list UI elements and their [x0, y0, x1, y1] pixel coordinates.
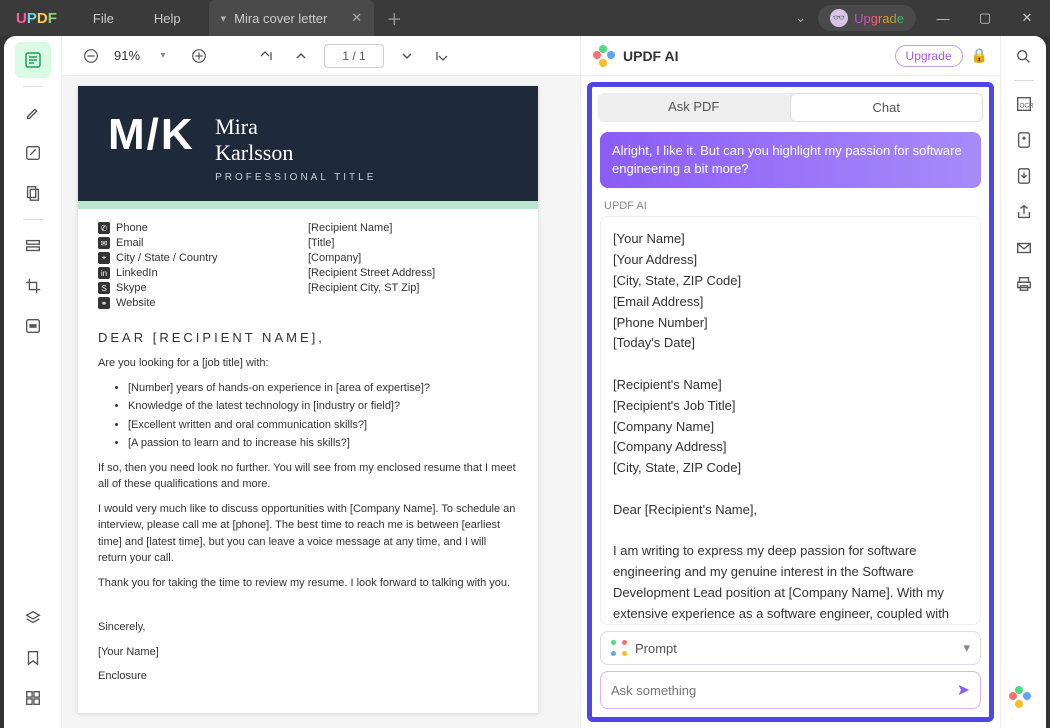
- zoom-value: 91%: [114, 48, 140, 63]
- ai-launch-icon[interactable]: [1009, 686, 1039, 716]
- tool-redact-icon[interactable]: [15, 308, 51, 344]
- share-icon[interactable]: [1009, 197, 1039, 227]
- tool-form-icon[interactable]: [15, 228, 51, 264]
- zoom-dropdown-icon[interactable]: ▾: [150, 43, 176, 69]
- tool-edit-icon[interactable]: [15, 135, 51, 171]
- window-maximize-button[interactable]: ▢: [970, 3, 1000, 33]
- send-button[interactable]: ➤: [957, 680, 970, 700]
- tool-layers-icon[interactable]: [15, 600, 51, 636]
- phone-icon: ✆: [98, 222, 110, 234]
- tab-title: Mira cover letter: [234, 11, 327, 26]
- doc-monogram: M/K: [108, 110, 195, 160]
- ai-response: [Your Name][Your Address][City, State, Z…: [600, 216, 981, 625]
- search-icon[interactable]: [1009, 42, 1039, 72]
- ai-tab-ask-pdf[interactable]: Ask PDF: [598, 93, 790, 122]
- upgrade-button[interactable]: 👓 Upgrade: [818, 5, 916, 31]
- ai-prompt-bar[interactable]: Prompt ▾: [600, 631, 981, 665]
- compress-icon[interactable]: [1009, 125, 1039, 155]
- ai-logo-icon: [593, 45, 615, 67]
- mail-icon[interactable]: [1009, 233, 1039, 263]
- tool-thumbnails-icon[interactable]: [15, 680, 51, 716]
- upgrade-emoji-icon: 👓: [830, 9, 848, 27]
- ai-input-bar[interactable]: ➤: [600, 671, 981, 709]
- tool-crop-icon[interactable]: [15, 268, 51, 304]
- doc-professional-title: PROFESSIONAL TITLE: [215, 172, 376, 183]
- page-indicator[interactable]: 1 / 1: [324, 44, 384, 68]
- menu-file[interactable]: File: [73, 11, 134, 26]
- lock-icon[interactable]: 🔒: [971, 47, 988, 64]
- window-close-button[interactable]: ✕: [1012, 3, 1042, 33]
- svg-text:OCR: OCR: [1019, 103, 1033, 110]
- page-last-button[interactable]: [430, 43, 456, 69]
- ai-panel: UPDF AI Upgrade 🔒 Ask PDF Chat Alright, …: [580, 36, 1000, 728]
- ai-user-message: Alright, I like it. But can you highligh…: [600, 132, 981, 188]
- linkedin-icon: in: [98, 267, 110, 279]
- menu-help[interactable]: Help: [134, 11, 201, 26]
- titlebar: UPDF File Help ▾ Mira cover letter ✕ ＋ ⌄…: [0, 0, 1050, 36]
- upgrade-label: Upgrade: [854, 11, 904, 26]
- tool-highlight-icon[interactable]: [15, 95, 51, 131]
- document-viewer[interactable]: M/K Mira Karlsson PROFESSIONAL TITLE ✆Ph…: [62, 76, 580, 728]
- doc-toolbar: 91% ▾ 1 / 1: [62, 36, 580, 76]
- tab-dropdown-icon: ▾: [221, 12, 227, 25]
- chevron-down-icon[interactable]: ⌄: [795, 10, 806, 26]
- print-icon[interactable]: [1009, 269, 1039, 299]
- doc-first-name: Mira: [215, 114, 376, 140]
- ai-tab-chat[interactable]: Chat: [790, 93, 984, 122]
- app-logo: UPDF: [0, 10, 73, 27]
- ai-tabs: Ask PDF Chat: [598, 93, 983, 122]
- website-icon: ⚭: [98, 297, 110, 309]
- window-minimize-button[interactable]: —: [928, 3, 958, 33]
- tool-pages-icon[interactable]: [15, 175, 51, 211]
- ai-upgrade-button[interactable]: Upgrade: [895, 45, 963, 67]
- export-icon[interactable]: [1009, 161, 1039, 191]
- document-tab[interactable]: ▾ Mira cover letter ✕: [209, 0, 375, 36]
- ocr-icon[interactable]: OCR: [1009, 89, 1039, 119]
- doc-last-name: Karlsson: [215, 140, 376, 166]
- tab-close-icon[interactable]: ✕: [351, 10, 362, 26]
- chevron-down-icon: ▾: [963, 640, 970, 656]
- page-first-button[interactable]: [252, 43, 278, 69]
- ai-response-label: UPDF AI: [604, 200, 977, 212]
- email-icon: ✉: [98, 237, 110, 249]
- ai-input[interactable]: [611, 683, 949, 698]
- page-prev-button[interactable]: [288, 43, 314, 69]
- tool-bookmark-icon[interactable]: [15, 640, 51, 676]
- zoom-in-button[interactable]: [186, 43, 212, 69]
- ai-panel-title: UPDF AI: [623, 48, 678, 64]
- skype-icon: S: [98, 282, 110, 294]
- location-icon: ⌖: [98, 252, 110, 264]
- tab-add-button[interactable]: ＋: [386, 6, 402, 30]
- left-sidebar: [4, 36, 62, 728]
- right-sidebar: OCR: [1000, 36, 1046, 728]
- doc-salutation: DEAR [RECIPIENT NAME],: [98, 330, 518, 345]
- zoom-out-button[interactable]: [78, 43, 104, 69]
- prompt-icon: [611, 640, 627, 656]
- page-next-button[interactable]: [394, 43, 420, 69]
- document-page: M/K Mira Karlsson PROFESSIONAL TITLE ✆Ph…: [78, 86, 538, 713]
- tool-reader-icon[interactable]: [15, 42, 51, 78]
